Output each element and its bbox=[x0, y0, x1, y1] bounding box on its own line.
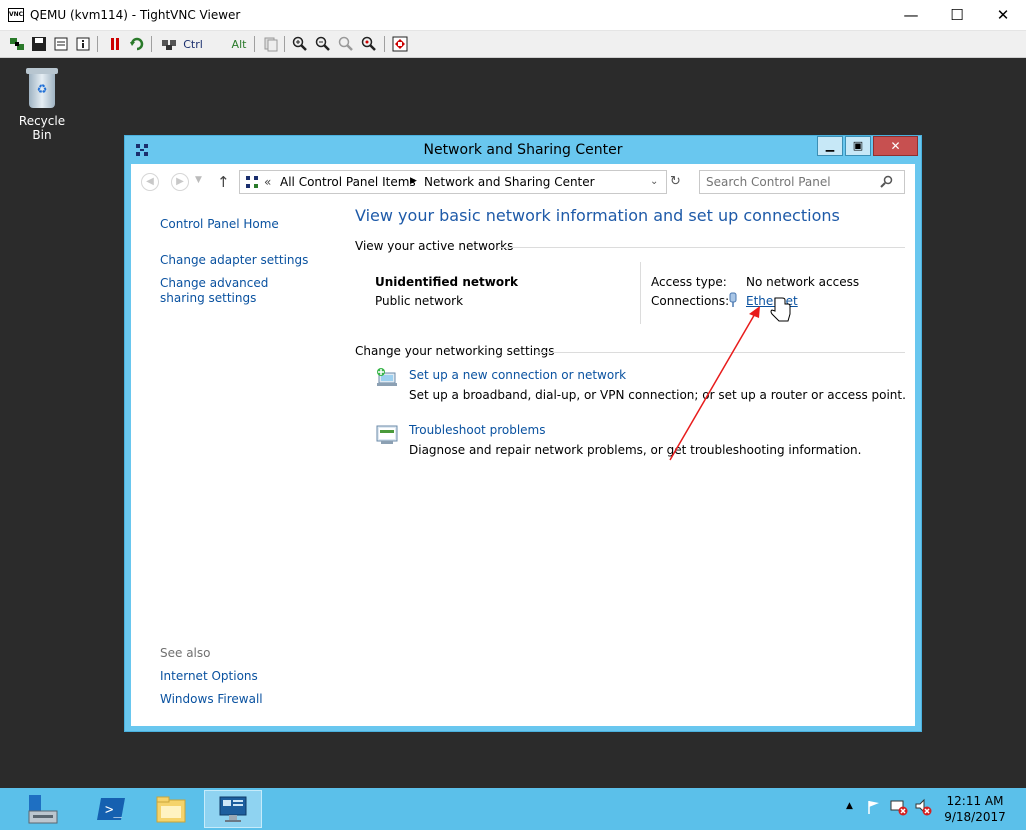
address-dropdown-icon[interactable]: ⌄ bbox=[650, 176, 658, 187]
powershell-button[interactable]: >_ bbox=[82, 790, 140, 828]
viewer-close-button[interactable]: ✕ bbox=[980, 0, 1026, 31]
active-networks-label: View your active networks bbox=[355, 239, 514, 253]
address-bar[interactable]: « All Control Panel Items ▶ Network and … bbox=[239, 170, 681, 194]
powershell-icon: >_ bbox=[97, 798, 125, 820]
breadcrumb-item[interactable]: All Control Panel Items bbox=[280, 175, 416, 189]
options-icon[interactable] bbox=[52, 35, 70, 53]
taskbar: >_ ▲ 12:11 AM 9/18/2017 bbox=[0, 788, 1026, 830]
connections-label: Connections: bbox=[651, 294, 730, 308]
viewer-titlebar: VNC QEMU (kvm114) - TightVNC Viewer — ☐ … bbox=[0, 0, 1026, 31]
toolbar-separator bbox=[151, 36, 152, 52]
network-type[interactable]: Public network bbox=[375, 294, 463, 308]
save-icon[interactable] bbox=[30, 35, 48, 53]
navigation-bar: ◀ ▶ ▼ ↑ « All Control Panel Items ▶ Netw… bbox=[131, 164, 915, 200]
sidebar-control-panel-home[interactable]: Control Panel Home bbox=[160, 217, 279, 231]
recycle-bin-icon: ♻ bbox=[26, 68, 58, 110]
recycle-bin-shortcut[interactable]: ♻ Recycle Bin bbox=[10, 66, 74, 142]
control-panel-icon bbox=[245, 175, 259, 192]
setup-connection-description: Set up a broadband, dial-up, or VPN conn… bbox=[409, 388, 906, 402]
alt-key-button[interactable]: Alt bbox=[228, 35, 250, 53]
search-box[interactable] bbox=[699, 170, 905, 194]
vertical-divider bbox=[640, 262, 641, 324]
network-center-icon bbox=[219, 796, 247, 822]
zoom-in-icon[interactable] bbox=[291, 35, 309, 53]
ctrl-alt-del-icon[interactable] bbox=[160, 35, 178, 53]
see-also-windows-firewall[interactable]: Windows Firewall bbox=[160, 692, 263, 706]
zoom-100-icon[interactable] bbox=[337, 35, 355, 53]
file-explorer-button[interactable] bbox=[142, 790, 200, 828]
window-close-button[interactable]: ✕ bbox=[873, 136, 918, 156]
breadcrumb-item[interactable]: Network and Sharing Center bbox=[424, 175, 595, 189]
network-sharing-center-window: Network and Sharing Center ▁ ▣ ✕ ◀ ▶ ▼ ↑… bbox=[124, 135, 922, 732]
window-titlebar[interactable]: Network and Sharing Center ▁ ▣ ✕ bbox=[125, 136, 921, 164]
show-hidden-icons-icon[interactable]: ▲ bbox=[846, 801, 853, 811]
recent-pages-chevron-icon[interactable]: ▼ bbox=[195, 175, 202, 185]
troubleshoot-icon bbox=[375, 423, 399, 448]
refresh-address-icon[interactable]: ↻ bbox=[670, 174, 681, 189]
sidebar-item-adapter-settings[interactable]: Change adapter settings bbox=[160, 253, 308, 267]
search-icon[interactable] bbox=[880, 175, 894, 192]
network-name: Unidentified network bbox=[375, 275, 518, 289]
toolbar-separator bbox=[97, 36, 98, 52]
viewer-maximize-button[interactable]: ☐ bbox=[934, 0, 980, 31]
action-center-flag-icon[interactable] bbox=[866, 799, 882, 818]
page-heading: View your basic network information and … bbox=[355, 206, 840, 225]
see-also-internet-options[interactable]: Internet Options bbox=[160, 669, 258, 683]
zoom-out-icon[interactable] bbox=[314, 35, 332, 53]
access-type-value: No network access bbox=[746, 275, 860, 289]
network-status-icon[interactable] bbox=[890, 798, 908, 819]
setup-connection-link[interactable]: Set up a new connection or network bbox=[409, 368, 626, 382]
svg-text:>_: >_ bbox=[105, 802, 122, 818]
refresh-icon[interactable] bbox=[128, 35, 146, 53]
server-manager-icon bbox=[28, 795, 58, 824]
search-input[interactable] bbox=[706, 174, 876, 190]
toolbar-separator bbox=[284, 36, 285, 52]
fullscreen-icon[interactable] bbox=[391, 35, 409, 53]
window-content: Control Panel Home Change adapter settin… bbox=[131, 200, 915, 726]
section-divider bbox=[535, 352, 905, 353]
change-settings-label: Change your networking settings bbox=[355, 344, 555, 358]
window-minimize-button[interactable]: ▁ bbox=[817, 136, 843, 156]
zoom-auto-icon[interactable] bbox=[360, 35, 378, 53]
viewer-title: QEMU (kvm114) - TightVNC Viewer bbox=[30, 8, 241, 22]
ctrl-key-button[interactable]: Ctrl bbox=[180, 35, 206, 53]
sidebar-item-advanced-sharing[interactable]: Change advanced sharing settings bbox=[160, 276, 310, 306]
new-connection-icon[interactable] bbox=[8, 35, 26, 53]
toolbar-separator bbox=[384, 36, 385, 52]
viewer-toolbar: Ctrl Alt bbox=[0, 31, 1026, 58]
see-also-label: See also bbox=[160, 646, 211, 660]
recycle-bin-label: Recycle Bin bbox=[18, 114, 66, 142]
window-maximize-button[interactable]: ▣ bbox=[845, 136, 871, 156]
ethernet-plug-icon bbox=[728, 292, 738, 311]
section-divider bbox=[499, 247, 905, 248]
toolbar-separator bbox=[254, 36, 255, 52]
back-button[interactable]: ◀ bbox=[141, 173, 159, 191]
troubleshoot-description: Diagnose and repair network problems, or… bbox=[409, 443, 862, 457]
taskbar-clock[interactable]: 12:11 AM 9/18/2017 bbox=[930, 793, 1020, 825]
up-button[interactable]: ↑ bbox=[217, 173, 230, 191]
server-manager-button[interactable] bbox=[14, 790, 72, 828]
troubleshoot-link[interactable]: Troubleshoot problems bbox=[409, 423, 545, 437]
clock-date: 9/18/2017 bbox=[944, 810, 1006, 824]
info-icon[interactable] bbox=[74, 35, 92, 53]
pause-icon[interactable] bbox=[106, 35, 124, 53]
control-panel-taskbar-button[interactable] bbox=[204, 790, 262, 828]
breadcrumb-overflow[interactable]: « bbox=[264, 175, 271, 189]
viewer-minimize-button[interactable]: — bbox=[888, 0, 934, 31]
vnc-logo-icon: VNC bbox=[8, 8, 24, 22]
ethernet-link[interactable]: Ethernet bbox=[746, 294, 798, 308]
folder-icon bbox=[156, 796, 186, 823]
access-type-label: Access type: bbox=[651, 275, 727, 289]
new-connection-icon bbox=[375, 367, 399, 392]
forward-button[interactable]: ▶ bbox=[171, 173, 189, 191]
window-title: Network and Sharing Center bbox=[423, 142, 623, 158]
clipboard-icon[interactable] bbox=[262, 35, 280, 53]
breadcrumb-separator-icon: ▶ bbox=[410, 176, 417, 186]
clock-time: 12:11 AM bbox=[946, 794, 1004, 808]
